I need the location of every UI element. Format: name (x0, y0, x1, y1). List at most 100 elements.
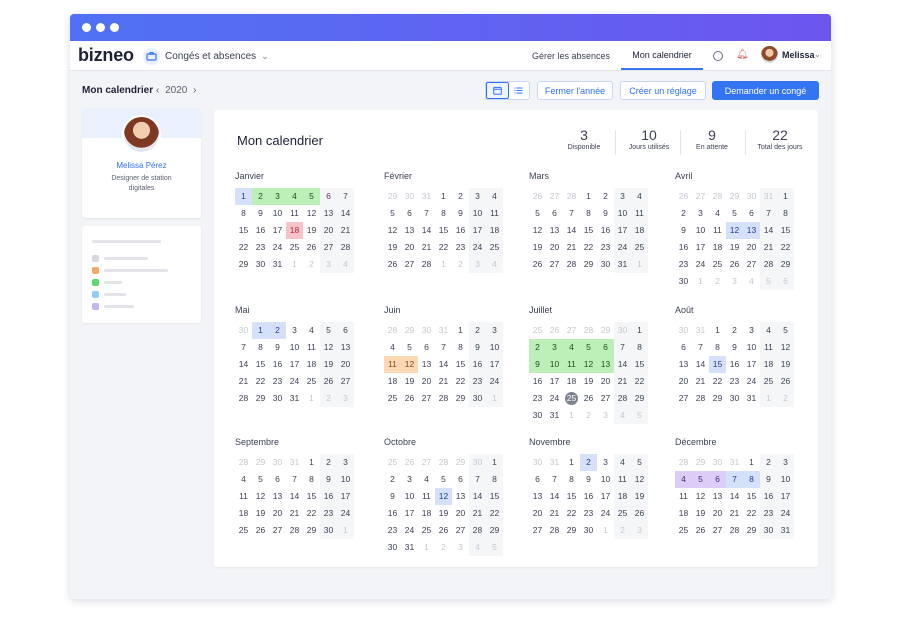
calendar-day[interactable]: 2 (760, 454, 777, 471)
calendar-day[interactable]: 22 (743, 505, 760, 522)
calendar-day[interactable]: 9 (384, 488, 401, 505)
calendar-day[interactable]: 29 (709, 390, 726, 407)
calendar-day[interactable]: 22 (486, 505, 503, 522)
calendar-day[interactable]: 22 (303, 505, 320, 522)
calendar-day[interactable]: 1 (303, 454, 320, 471)
calendar-day[interactable]: 2 (675, 205, 692, 222)
calendar-day[interactable]: 11 (384, 356, 401, 373)
calendar-day[interactable]: 26 (580, 390, 597, 407)
calendar-day[interactable]: 1 (760, 390, 777, 407)
calendar-day[interactable]: 27 (675, 390, 692, 407)
calendar-day[interactable]: 19 (580, 373, 597, 390)
calendar-day[interactable]: 8 (580, 205, 597, 222)
calendar-day[interactable]: 6 (597, 339, 614, 356)
calendar-day[interactable]: 2 (452, 256, 469, 273)
calendar-day[interactable]: 24 (777, 505, 794, 522)
calendar-day[interactable]: 29 (743, 522, 760, 539)
calendar-day[interactable]: 1 (435, 188, 452, 205)
calendar-day[interactable]: 29 (252, 454, 269, 471)
calendar-day[interactable]: 15 (563, 488, 580, 505)
calendar-day[interactable]: 21 (286, 505, 303, 522)
calendar-day[interactable]: 31 (546, 454, 563, 471)
calendar-day[interactable]: 29 (252, 390, 269, 407)
tab-manage-absences[interactable]: Gérer les absences (525, 41, 617, 70)
calendar-day[interactable]: 29 (452, 454, 469, 471)
calendar-day[interactable]: 23 (269, 373, 286, 390)
calendar-day[interactable]: 2 (269, 322, 286, 339)
calendar-day[interactable]: 30 (675, 273, 692, 290)
calendar-day[interactable]: 9 (726, 339, 743, 356)
calendar-day[interactable]: 1 (286, 256, 303, 273)
calendar-day[interactable]: 25 (418, 522, 435, 539)
calendar-day[interactable]: 17 (401, 505, 418, 522)
calendar-day[interactable]: 23 (252, 239, 269, 256)
calendar-day[interactable]: 26 (320, 373, 337, 390)
calendar-day[interactable]: 26 (252, 522, 269, 539)
calendar-day[interactable]: 6 (418, 339, 435, 356)
avatar[interactable] (761, 46, 778, 63)
calendar-day[interactable]: 5 (692, 471, 709, 488)
calendar-day[interactable]: 9 (597, 205, 614, 222)
calendar-day[interactable]: 29 (401, 322, 418, 339)
calendar-day[interactable]: 18 (286, 222, 303, 239)
calendar-day[interactable]: 30 (401, 188, 418, 205)
calendar-day[interactable]: 1 (563, 454, 580, 471)
calendar-day[interactable]: 17 (546, 373, 563, 390)
calendar-day[interactable]: 13 (675, 356, 692, 373)
calendar-day[interactable]: 20 (452, 505, 469, 522)
calendar-day[interactable]: 30 (726, 390, 743, 407)
calendar-day[interactable]: 28 (546, 522, 563, 539)
calendar-day[interactable]: 21 (563, 239, 580, 256)
calendar-day[interactable]: 22 (235, 239, 252, 256)
calendar-day[interactable]: 18 (418, 505, 435, 522)
calendar-day[interactable]: 19 (401, 373, 418, 390)
calendar-day[interactable]: 11 (286, 205, 303, 222)
calendar-day[interactable]: 1 (580, 188, 597, 205)
calendar-day[interactable]: 28 (418, 256, 435, 273)
calendar-day[interactable]: 13 (337, 339, 354, 356)
calendar-day[interactable]: 1 (486, 454, 503, 471)
calendar-day[interactable]: 10 (777, 471, 794, 488)
calendar-day[interactable]: 16 (252, 222, 269, 239)
calendar-day[interactable]: 15 (631, 356, 648, 373)
calendar-day[interactable]: 30 (469, 454, 486, 471)
calendar-day[interactable]: 4 (743, 273, 760, 290)
calendar-day[interactable]: 4 (675, 471, 692, 488)
calendar-day[interactable]: 11 (235, 488, 252, 505)
calendar-day[interactable]: 4 (384, 339, 401, 356)
calendar-day[interactable]: 3 (269, 188, 286, 205)
calendar-day[interactable]: 10 (337, 471, 354, 488)
calendar-day[interactable]: 1 (631, 256, 648, 273)
calendar-day[interactable]: 26 (303, 239, 320, 256)
calendar-day[interactable]: 23 (529, 390, 546, 407)
calendar-day[interactable]: 23 (760, 505, 777, 522)
calendar-day[interactable]: 29 (235, 256, 252, 273)
calendar-day[interactable]: 29 (452, 390, 469, 407)
calendar-day[interactable]: 23 (675, 256, 692, 273)
calendar-day[interactable]: 23 (320, 505, 337, 522)
calendar-day[interactable]: 4 (614, 407, 631, 424)
calendar-day[interactable]: 30 (235, 322, 252, 339)
calendar-day[interactable]: 25 (563, 390, 580, 407)
calendar-day[interactable]: 22 (435, 239, 452, 256)
calendar-day[interactable]: 15 (252, 356, 269, 373)
calendar-day[interactable]: 18 (709, 239, 726, 256)
calendar-day[interactable]: 12 (252, 488, 269, 505)
calendar-day[interactable]: 9 (675, 222, 692, 239)
calendar-day[interactable]: 8 (252, 339, 269, 356)
calendar-day[interactable]: 17 (469, 222, 486, 239)
calendar-day[interactable]: 29 (563, 522, 580, 539)
calendar-day[interactable]: 30 (760, 522, 777, 539)
calendar-day[interactable]: 4 (337, 256, 354, 273)
calendar-day[interactable]: 26 (384, 256, 401, 273)
calendar-day[interactable]: 31 (269, 256, 286, 273)
calendar-day[interactable]: 9 (760, 471, 777, 488)
calendar-day[interactable]: 2 (320, 454, 337, 471)
calendar-day[interactable]: 6 (269, 471, 286, 488)
calendar-day[interactable]: 1 (435, 256, 452, 273)
calendar-day[interactable]: 18 (760, 356, 777, 373)
calendar-day[interactable]: 16 (529, 373, 546, 390)
calendar-day[interactable]: 17 (743, 356, 760, 373)
calendar-day[interactable]: 11 (614, 471, 631, 488)
calendar-day[interactable]: 6 (546, 205, 563, 222)
